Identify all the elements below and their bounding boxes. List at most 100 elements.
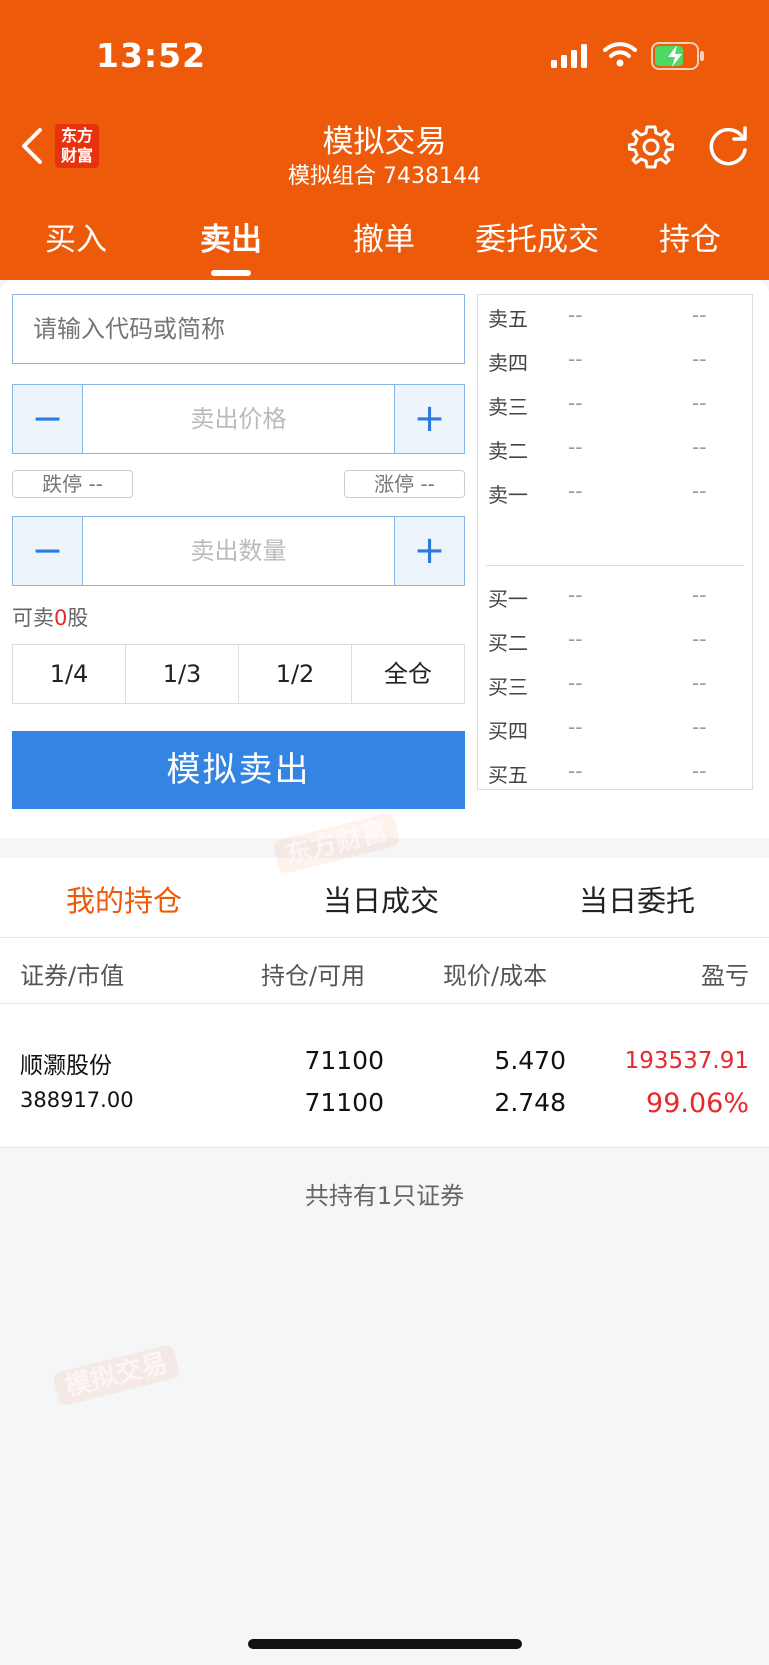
wifi-icon [603,42,637,67]
available-qty: 71100 [304,1088,384,1117]
bid-price: -- [568,671,583,695]
ask-price: -- [568,303,583,327]
ask-label: 卖一 [488,483,528,507]
column-header-position: 持仓/可用 [261,962,366,990]
ratio-half-button[interactable]: 1/2 [239,645,352,703]
available-prefix: 可卖 [12,606,54,630]
battery-charging-icon [651,42,704,70]
order-book-row[interactable]: 买一 -- -- [488,583,738,613]
position-qty: 71100 [304,1046,384,1075]
ask-label: 卖四 [488,351,528,375]
ask-label: 卖三 [488,395,528,419]
tab-buy[interactable]: 买入 [1,214,151,259]
tab-orders-deals[interactable]: 委托成交 [462,214,612,259]
sell-order-panel: − 卖出价格 + 跌停 -- 涨停 -- − 卖出数量 + 可卖0股 1/4 1… [0,280,769,838]
bid-label: 买一 [488,587,528,611]
simulated-sell-button[interactable]: 模拟卖出 [12,731,465,809]
quantity-increase-button[interactable]: + [394,517,464,585]
ask-label: 卖五 [488,307,528,331]
limit-down-label: 跌停 -- [12,470,133,498]
order-book-row[interactable]: 买五 -- -- [488,759,738,789]
ask-volume: -- [692,479,707,503]
pnl-amount: 193537.91 [624,1048,749,1074]
sell-price-input[interactable]: 卖出价格 [83,385,394,453]
bid-price: -- [568,759,583,783]
ask-volume: -- [692,391,707,415]
bid-volume: -- [692,671,707,695]
available-count: 0 [54,606,68,630]
bid-volume: -- [692,759,707,783]
bid-volume: -- [692,715,707,739]
quantity-stepper: − 卖出数量 + [12,516,465,586]
tab-today-deals[interactable]: 当日成交 [323,878,439,920]
holdings-table-header: 证券/市值 持仓/可用 现价/成本 盈亏 [0,938,769,1004]
ask-price: -- [568,347,583,371]
status-time: 13:52 [96,36,207,75]
watermark: 模拟交易 [38,1340,181,1409]
order-book-row[interactable]: 卖二 -- -- [488,435,738,465]
settings-gear-icon[interactable] [628,124,674,170]
order-book: 卖五 -- -- 卖四 -- -- 卖三 -- -- 卖二 -- -- 卖一 -- -- 买一 -- -… [477,294,753,790]
bid-label: 买四 [488,719,528,743]
tab-cancel[interactable]: 撤单 [309,214,459,259]
order-book-row[interactable]: 卖四 -- -- [488,347,738,377]
ratio-all-button[interactable]: 全仓 [352,645,464,703]
home-indicator [248,1639,522,1649]
available-shares: 可卖0股 [12,602,88,632]
order-book-row[interactable]: 卖三 -- -- [488,391,738,421]
pnl-percent: 99.06% [646,1088,749,1119]
ask-price: -- [568,435,583,459]
bid-price: -- [568,627,583,651]
ratio-third-button[interactable]: 1/3 [126,645,239,703]
ask-label: 卖二 [488,439,528,463]
watermark-tag: 模拟交易 [52,1343,181,1407]
tab-my-positions[interactable]: 我的持仓 [66,878,182,920]
cost-price: 2.748 [494,1088,566,1117]
tab-positions[interactable]: 持仓 [615,214,765,259]
table-row[interactable]: 顺灏股份 388917.00 71100 71100 5.470 2.748 1… [0,1004,769,1148]
column-header-security: 证券/市值 [20,962,125,990]
price-stepper: − 卖出价格 + [12,384,465,454]
tab-sell[interactable]: 卖出 [156,214,306,259]
bid-label: 买二 [488,631,528,655]
column-header-price: 现价/成本 [443,962,548,990]
ask-price: -- [568,391,583,415]
ratio-quarter-button[interactable]: 1/4 [13,645,126,703]
order-book-divider [486,565,744,566]
bid-volume: -- [692,583,707,607]
available-suffix: 股 [67,606,89,630]
column-header-pnl: 盈亏 [701,962,749,990]
security-name: 顺灏股份 [20,1053,112,1079]
holdings-summary: 共持有1只证券 [304,1182,465,1210]
ask-volume: -- [692,347,707,371]
refresh-icon[interactable] [705,124,751,170]
position-ratio-selector: 1/4 1/3 1/2 全仓 [12,644,465,704]
current-price: 5.470 [494,1046,566,1075]
order-book-row[interactable]: 卖一 -- -- [488,479,738,509]
status-bar: 13:52 [0,0,769,110]
bid-volume: -- [692,627,707,651]
cellular-signal-icon [551,44,587,68]
limit-up-label: 涨停 -- [344,470,465,498]
quantity-decrease-button[interactable]: − [13,517,83,585]
market-value: 388917.00 [20,1088,134,1112]
order-book-row[interactable]: 买二 -- -- [488,627,738,657]
bid-label: 买三 [488,675,528,699]
order-book-row[interactable]: 买四 -- -- [488,715,738,745]
stock-code-input[interactable] [12,294,465,364]
nav-bar: 东方 财富 模拟交易 模拟组合 7438144 [0,110,769,200]
ask-price: -- [568,479,583,503]
bid-label: 买五 [488,763,528,787]
price-decrease-button[interactable]: − [13,385,83,453]
trade-tabs: 买入 卖出 撤单 委托成交 持仓 [0,200,769,280]
ask-volume: -- [692,435,707,459]
bid-price: -- [568,715,583,739]
tab-today-orders[interactable]: 当日委托 [579,878,695,920]
holdings-tabs: 我的持仓 当日成交 当日委托 [0,858,769,938]
order-book-row[interactable]: 卖五 -- -- [488,303,738,333]
ask-volume: -- [692,303,707,327]
price-increase-button[interactable]: + [394,385,464,453]
order-book-row[interactable]: 买三 -- -- [488,671,738,701]
sell-quantity-input[interactable]: 卖出数量 [83,517,394,585]
active-tab-indicator [211,270,251,276]
